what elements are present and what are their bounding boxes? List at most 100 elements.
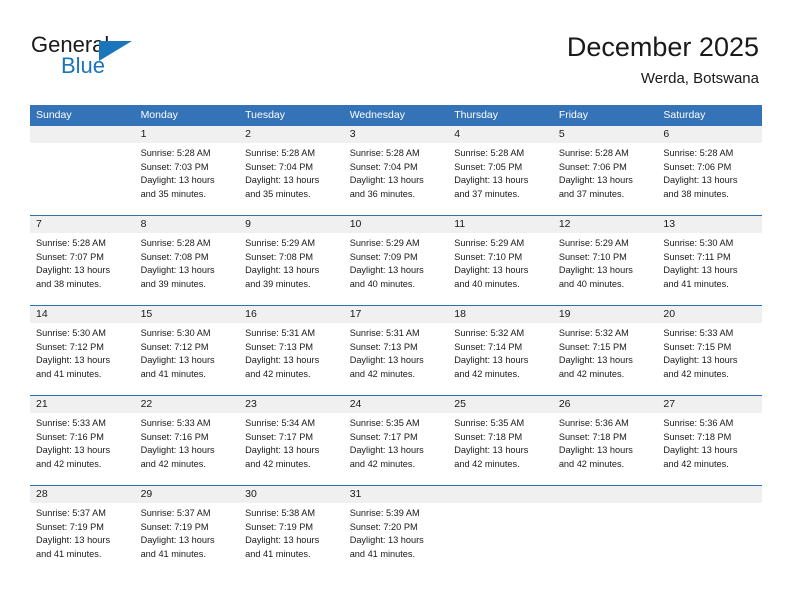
sunrise-text: Sunrise: 5:35 AM xyxy=(349,418,420,428)
daylight-text-line2: and 42 minutes. xyxy=(36,458,102,469)
day-number: 6 xyxy=(657,126,762,143)
calendar-cell-inner: 27 Sunrise: 5:36 AM Sunset: 7:18 PM Dayligh… xyxy=(657,396,762,485)
sunset-text: Sunset: 7:04 PM xyxy=(245,161,314,172)
day-detail-block: Sunrise: 5:28 AM Sunset: 7:04 PM Daylight:… xyxy=(344,143,449,201)
calendar-day-cell[interactable]: 11 Sunrise: 5:29 AM Sunset: 7:10 PM Dayligh… xyxy=(448,215,553,306)
calendar-day-cell[interactable]: 19 Sunrise: 5:32 AM Sunset: 7:15 PM Dayligh… xyxy=(552,305,658,396)
calendar-cell-inner: 29 Sunrise: 5:37 AM Sunset: 7:19 PM Dayligh… xyxy=(134,486,240,575)
calendar-cell-inner: 12 Sunrise: 5:29 AM Sunset: 7:10 PM Dayligh… xyxy=(552,216,658,305)
calendar-day-cell[interactable]: 21 Sunrise: 5:33 AM Sunset: 7:16 PM Dayligh… xyxy=(30,395,135,486)
sunrise-text: Sunrise: 5:28 AM xyxy=(349,148,420,158)
daylight-text-line1: Daylight: 13 hours xyxy=(140,265,215,276)
calendar-day-cell[interactable]: 10 Sunrise: 5:29 AM Sunset: 7:09 PM Dayligh… xyxy=(343,215,449,306)
sunrise-text: Sunrise: 5:28 AM xyxy=(140,148,211,158)
calendar-day-cell[interactable]: 13 Sunrise: 5:30 AM Sunset: 7:11 PM Dayligh… xyxy=(657,215,762,306)
calendar-cell-inner: 23 Sunrise: 5:34 AM Sunset: 7:17 PM Dayligh… xyxy=(239,396,344,485)
generalblue-logo[interactable]: General Blue xyxy=(31,33,171,85)
calendar-day-cell[interactable]: 14 Sunrise: 5:30 AM Sunset: 7:12 PM Dayligh… xyxy=(30,305,135,396)
day-number: 29 xyxy=(134,486,240,503)
calendar-day-cell[interactable]: 2 Sunrise: 5:28 AM Sunset: 7:04 PM Daylight… xyxy=(239,126,344,216)
calendar-day-cell[interactable]: 22 Sunrise: 5:33 AM Sunset: 7:16 PM Dayligh… xyxy=(134,395,240,486)
calendar-cell-inner xyxy=(552,486,658,575)
day-number: 23 xyxy=(239,396,344,413)
daylight-text-line1: Daylight: 13 hours xyxy=(558,445,633,456)
sunset-text: Sunset: 7:17 PM xyxy=(245,431,314,442)
calendar-table: Sunday Monday Tuesday Wednesday Thursday… xyxy=(30,105,762,575)
day-detail-block xyxy=(448,503,553,507)
day-detail-block: Sunrise: 5:29 AM Sunset: 7:10 PM Daylight:… xyxy=(553,233,658,291)
daylight-text-line2: and 41 minutes. xyxy=(36,548,102,559)
sunset-text: Sunset: 7:14 PM xyxy=(454,341,523,352)
sunset-text: Sunset: 7:20 PM xyxy=(349,521,418,532)
calendar-week-row: 21 Sunrise: 5:33 AM Sunset: 7:16 PM Dayligh… xyxy=(30,395,762,486)
sunrise-text: Sunrise: 5:30 AM xyxy=(663,238,734,248)
sunrise-text: Sunrise: 5:28 AM xyxy=(36,238,106,248)
calendar-day-cell[interactable]: 26 Sunrise: 5:36 AM Sunset: 7:18 PM Dayligh… xyxy=(552,395,658,486)
sunset-text: Sunset: 7:09 PM xyxy=(349,251,418,262)
calendar-day-cell[interactable]: 7 Sunrise: 5:28 AM Sunset: 7:07 PM Daylight… xyxy=(30,215,135,306)
calendar-day-cell[interactable]: 9 Sunrise: 5:29 AM Sunset: 7:08 PM Daylight… xyxy=(239,215,344,306)
daylight-text-line2: and 41 minutes. xyxy=(140,368,206,379)
day-detail-block: Sunrise: 5:35 AM Sunset: 7:18 PM Daylight:… xyxy=(448,413,553,471)
daylight-text-line2: and 42 minutes. xyxy=(663,368,729,379)
day-number: 12 xyxy=(552,216,658,233)
calendar-day-cell[interactable]: 31 Sunrise: 5:39 AM Sunset: 7:20 PM Dayligh… xyxy=(343,485,449,575)
day-detail-block: Sunrise: 5:28 AM Sunset: 7:03 PM Daylight:… xyxy=(135,143,240,201)
calendar-cell-inner: 31 Sunrise: 5:39 AM Sunset: 7:20 PM Dayligh… xyxy=(343,486,449,575)
calendar-day-cell[interactable]: 6 Sunrise: 5:28 AM Sunset: 7:06 PM Daylight… xyxy=(657,126,762,216)
day-number: 8 xyxy=(134,216,240,233)
calendar-day-cell[interactable]: 18 Sunrise: 5:32 AM Sunset: 7:14 PM Dayligh… xyxy=(448,305,553,396)
daylight-text-line1: Daylight: 13 hours xyxy=(454,175,529,186)
daylight-text-line1: Daylight: 13 hours xyxy=(36,355,111,366)
daylight-text-line2: and 41 minutes. xyxy=(36,368,102,379)
calendar-day-cell[interactable]: 28 Sunrise: 5:37 AM Sunset: 7:19 PM Dayligh… xyxy=(30,485,135,575)
day-number: 28 xyxy=(30,486,135,503)
day-number: 20 xyxy=(657,306,762,323)
calendar-day-cell[interactable]: 23 Sunrise: 5:34 AM Sunset: 7:17 PM Dayligh… xyxy=(239,395,344,486)
calendar-day-cell[interactable]: 20 Sunrise: 5:33 AM Sunset: 7:15 PM Dayligh… xyxy=(657,305,762,396)
calendar-day-cell[interactable]: 4 Sunrise: 5:28 AM Sunset: 7:05 PM Daylight… xyxy=(448,126,553,216)
daylight-text-line2: and 36 minutes. xyxy=(349,188,416,199)
calendar-week-row: 14 Sunrise: 5:30 AM Sunset: 7:12 PM Dayligh… xyxy=(30,305,762,396)
sunset-text: Sunset: 7:07 PM xyxy=(36,251,104,262)
sunrise-text: Sunrise: 5:30 AM xyxy=(140,328,211,338)
day-number xyxy=(30,126,135,143)
page-subtitle-location: Werda, Botswana xyxy=(640,70,759,87)
sunset-text: Sunset: 7:06 PM xyxy=(558,161,627,172)
calendar-day-cell[interactable]: 30 Sunrise: 5:38 AM Sunset: 7:19 PM Dayligh… xyxy=(239,485,344,575)
daylight-text-line1: Daylight: 13 hours xyxy=(245,265,320,276)
calendar-day-cell[interactable]: 16 Sunrise: 5:31 AM Sunset: 7:13 PM Dayligh… xyxy=(239,305,344,396)
sunset-text: Sunset: 7:08 PM xyxy=(245,251,314,262)
sunset-text: Sunset: 7:13 PM xyxy=(349,341,418,352)
calendar-day-cell[interactable]: 15 Sunrise: 5:30 AM Sunset: 7:12 PM Dayligh… xyxy=(134,305,240,396)
day-detail-block: Sunrise: 5:28 AM Sunset: 7:08 PM Daylight:… xyxy=(135,233,240,291)
daylight-text-line2: and 40 minutes. xyxy=(558,278,625,289)
calendar-day-cell[interactable]: 27 Sunrise: 5:36 AM Sunset: 7:18 PM Dayligh… xyxy=(657,395,762,486)
daylight-text-line1: Daylight: 13 hours xyxy=(663,265,738,276)
daylight-text-line1: Daylight: 13 hours xyxy=(245,445,320,456)
calendar-day-cell[interactable]: 29 Sunrise: 5:37 AM Sunset: 7:19 PM Dayligh… xyxy=(134,485,240,575)
weekday-header-thursday: Thursday xyxy=(448,105,553,126)
calendar-day-cell[interactable]: 12 Sunrise: 5:29 AM Sunset: 7:10 PM Dayligh… xyxy=(552,215,658,306)
calendar-day-cell[interactable]: 8 Sunrise: 5:28 AM Sunset: 7:08 PM Daylight… xyxy=(134,215,240,306)
daylight-text-line2: and 42 minutes. xyxy=(454,458,520,469)
sunrise-text: Sunrise: 5:34 AM xyxy=(245,418,316,428)
calendar-day-cell[interactable]: 1 Sunrise: 5:28 AM Sunset: 7:03 PM Daylight… xyxy=(134,126,240,216)
day-detail-block xyxy=(553,503,658,507)
sunrise-text: Sunrise: 5:33 AM xyxy=(36,418,106,428)
day-detail-block: Sunrise: 5:31 AM Sunset: 7:13 PM Daylight:… xyxy=(239,323,344,381)
calendar-day-cell[interactable]: 5 Sunrise: 5:28 AM Sunset: 7:06 PM Daylight… xyxy=(552,126,658,216)
calendar-cell-inner: 30 Sunrise: 5:38 AM Sunset: 7:19 PM Dayligh… xyxy=(239,486,344,575)
calendar-day-cell[interactable]: 24 Sunrise: 5:35 AM Sunset: 7:17 PM Dayligh… xyxy=(343,395,449,486)
sunset-text: Sunset: 7:04 PM xyxy=(349,161,418,172)
sunrise-text: Sunrise: 5:31 AM xyxy=(245,328,316,338)
calendar-week-row: 7 Sunrise: 5:28 AM Sunset: 7:07 PM Daylight… xyxy=(30,215,762,306)
calendar-day-cell[interactable]: 3 Sunrise: 5:28 AM Sunset: 7:04 PM Daylight… xyxy=(343,126,449,216)
day-number: 19 xyxy=(552,306,658,323)
calendar-week-row: 28 Sunrise: 5:37 AM Sunset: 7:19 PM Dayligh… xyxy=(30,485,762,575)
calendar-day-cell[interactable]: 25 Sunrise: 5:35 AM Sunset: 7:18 PM Dayligh… xyxy=(448,395,553,486)
calendar-day-cell[interactable]: 17 Sunrise: 5:31 AM Sunset: 7:13 PM Dayligh… xyxy=(343,305,449,396)
day-number: 15 xyxy=(134,306,240,323)
calendar-cell-inner: 8 Sunrise: 5:28 AM Sunset: 7:08 PM Daylight… xyxy=(134,216,240,305)
daylight-text-line2: and 37 minutes. xyxy=(558,188,625,199)
